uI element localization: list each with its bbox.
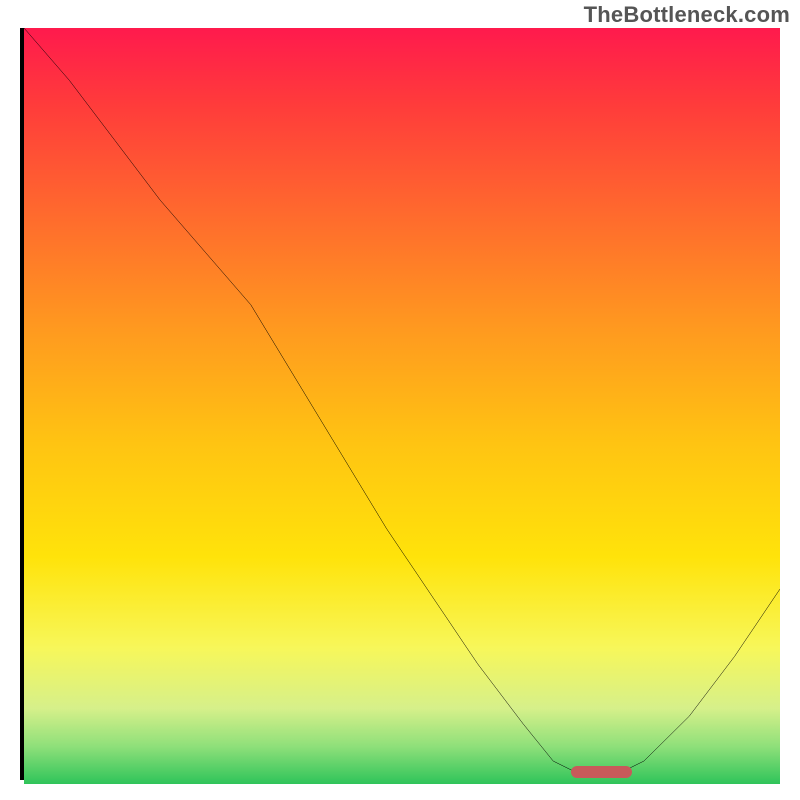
optimal-marker — [571, 766, 632, 778]
chart-container: TheBottleneck.com — [0, 0, 800, 800]
watermark-label: TheBottleneck.com — [584, 2, 790, 28]
curve-line — [24, 28, 780, 776]
plot-area — [20, 28, 780, 780]
